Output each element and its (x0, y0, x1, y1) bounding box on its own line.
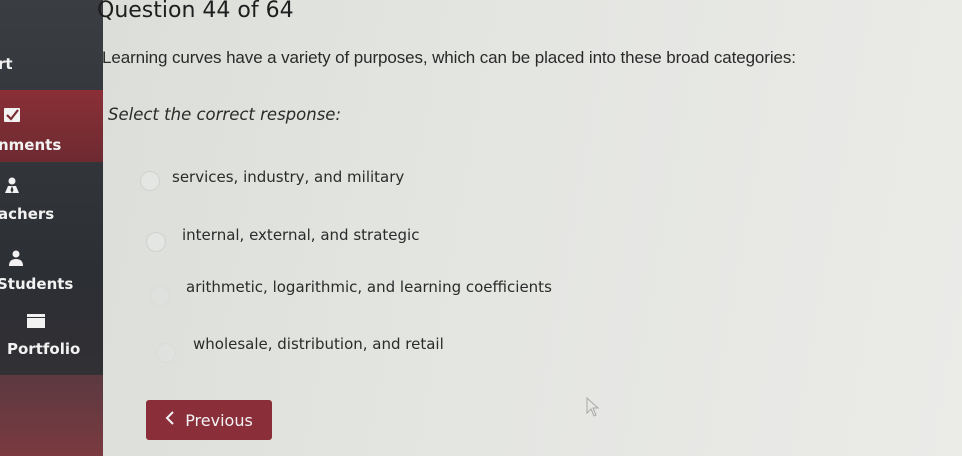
chevron-left-icon (165, 410, 175, 430)
instruction-text: Select the correct response: (108, 105, 342, 124)
sidebar-item-portfolio[interactable]: Portfolio (0, 314, 103, 364)
teacher-icon (4, 177, 20, 197)
sidebar-item-label: Students (0, 275, 74, 293)
radio-button[interactable] (150, 286, 170, 306)
page-title: Question 44 of 64 (97, 0, 294, 23)
student-icon (8, 250, 24, 270)
mouse-cursor-icon (586, 396, 600, 421)
sidebar-item-label: achers (0, 205, 55, 223)
radio-button[interactable] (146, 232, 166, 252)
sidebar-item-students[interactable]: Students (0, 250, 103, 300)
checkmark-icon (4, 108, 20, 126)
portfolio-icon (27, 314, 45, 332)
option-label: services, industry, and military (172, 168, 405, 186)
sidebar-item-label: Portfolio (7, 340, 81, 358)
sidebar-item-label: nments (0, 136, 62, 154)
sidebar-footer (0, 375, 103, 456)
sidebar-item-teachers[interactable]: achers (0, 177, 103, 227)
option-label: arithmetic, logarithmic, and learning co… (186, 278, 552, 296)
sidebar-item-assignments[interactable]: nments (0, 108, 103, 158)
sidebar: rt nments achers Students Portfolio (0, 0, 103, 456)
option-label: internal, external, and strategic (182, 226, 420, 244)
radio-button[interactable] (156, 343, 176, 363)
question-text: Learning curves have a variety of purpos… (102, 48, 796, 67)
previous-button-label: Previous (185, 410, 253, 430)
radio-button[interactable] (140, 171, 160, 191)
option-label: wholesale, distribution, and retail (193, 335, 444, 353)
previous-button[interactable]: Previous (146, 400, 272, 440)
sidebar-item-start[interactable]: rt (0, 55, 103, 85)
sidebar-item-label: rt (0, 55, 13, 73)
